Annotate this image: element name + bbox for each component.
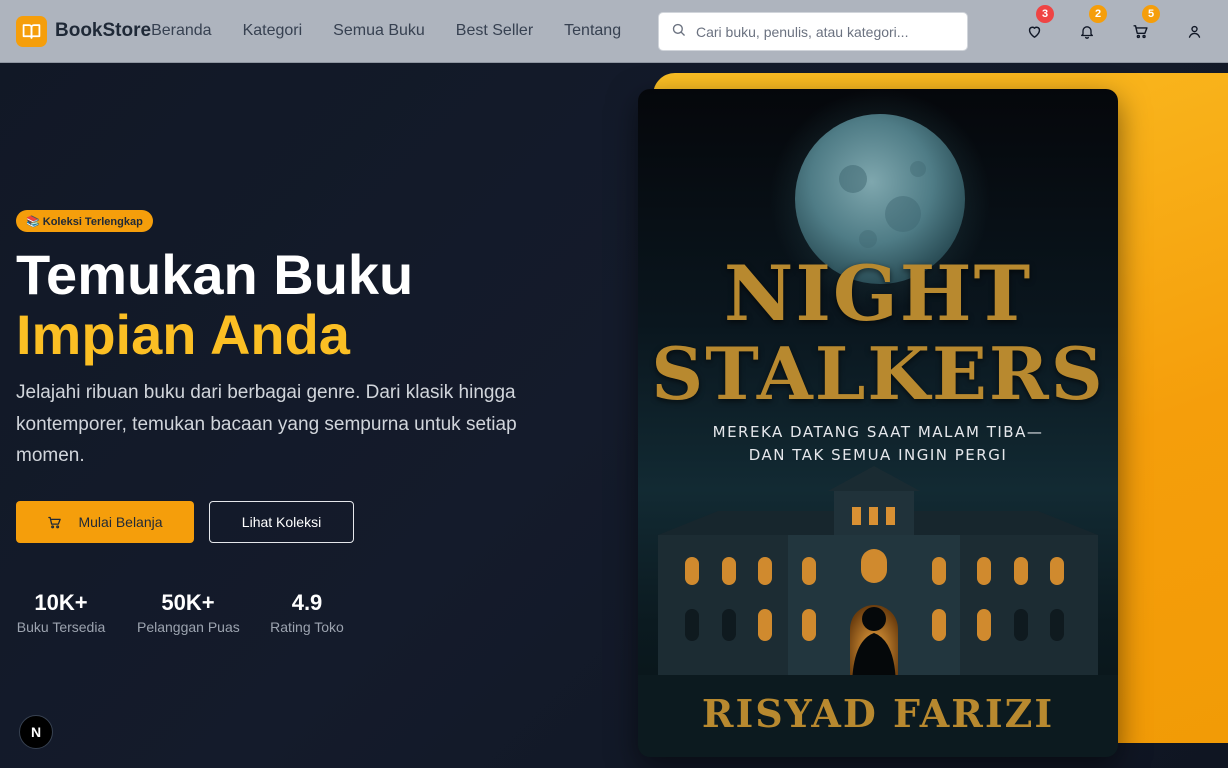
brand-name: BookStore bbox=[55, 20, 152, 41]
search-icon bbox=[671, 22, 686, 42]
start-shopping-button[interactable]: Mulai Belanja bbox=[16, 501, 194, 543]
stat-customers: 50K+ Pelanggan Puas bbox=[137, 590, 240, 635]
cart-icon bbox=[48, 516, 62, 528]
stat-books: 10K+ Buku Tersedia bbox=[16, 590, 106, 635]
notification-button[interactable]: 2 bbox=[1077, 5, 1107, 41]
hero-title-line2: Impian Anda bbox=[16, 303, 350, 366]
stat-rating: 4.9 Rating Toko bbox=[269, 590, 345, 635]
collection-badge: 📚 Koleksi Terlengkap bbox=[16, 210, 153, 232]
stat-label: Pelanggan Puas bbox=[137, 619, 240, 635]
brand-logo[interactable]: BookStore bbox=[16, 15, 152, 47]
book-tagline-line2: DAN TAK SEMUA INGIN PERGI bbox=[748, 446, 1008, 464]
search-box bbox=[658, 12, 968, 51]
user-icon bbox=[1188, 25, 1200, 38]
wishlist-count-badge: 3 bbox=[1036, 5, 1054, 23]
dev-tools-button[interactable]: N bbox=[19, 715, 53, 749]
cart-icon bbox=[1132, 24, 1148, 38]
book-author: RISYAD FARIZI bbox=[701, 691, 1055, 736]
book-title-line2: STALKERS bbox=[651, 331, 1105, 416]
book-tagline-line1: MEREKA DATANG SAAT MALAM TIBA— bbox=[712, 423, 1044, 441]
heart-icon bbox=[1028, 26, 1040, 38]
nav-links: Beranda Kategori Semua Buku Best Seller … bbox=[151, 22, 652, 40]
stat-label: Buku Tersedia bbox=[16, 619, 106, 635]
stat-value: 4.9 bbox=[291, 590, 323, 615]
stat-label: Rating Toko bbox=[270, 619, 344, 635]
view-collection-button[interactable]: Lihat Koleksi bbox=[209, 501, 354, 543]
navbar: BookStore Beranda Kategori Semua Buku Be… bbox=[0, 0, 1228, 63]
search-input[interactable] bbox=[696, 23, 956, 40]
book-open-icon bbox=[16, 15, 47, 47]
profile-button[interactable] bbox=[1184, 21, 1204, 41]
hero-description: Jelajahi ribuan buku dari berbagai genre… bbox=[16, 382, 517, 466]
notification-count-badge: 2 bbox=[1089, 5, 1107, 23]
stat-value: 10K+ bbox=[34, 590, 88, 615]
nav-link-beranda[interactable]: Beranda bbox=[151, 22, 212, 40]
nav-link-tentang[interactable]: Tentang bbox=[564, 22, 621, 40]
hero-title: Temukan Buku Impian Anda bbox=[16, 245, 413, 365]
hero-title-line1: Temukan Buku bbox=[16, 243, 414, 306]
cart-button[interactable]: 5 bbox=[1130, 5, 1160, 41]
nav-link-best-seller[interactable]: Best Seller bbox=[456, 22, 533, 40]
nav-link-semua-buku[interactable]: Semua Buku bbox=[333, 22, 425, 40]
stat-value: 50K+ bbox=[161, 590, 215, 615]
nav-link-kategori[interactable]: Kategori bbox=[243, 22, 303, 40]
book-title-line1: NIGHT bbox=[723, 249, 1033, 338]
wishlist-button[interactable]: 3 bbox=[1024, 5, 1054, 41]
start-shopping-label: Mulai Belanja bbox=[78, 514, 163, 530]
cart-count-badge: 5 bbox=[1142, 5, 1160, 23]
bell-icon bbox=[1081, 25, 1093, 39]
featured-book-cover[interactable]: NIGHT STALKERS MEREKA DATANG SAAT MALAM … bbox=[638, 89, 1118, 757]
